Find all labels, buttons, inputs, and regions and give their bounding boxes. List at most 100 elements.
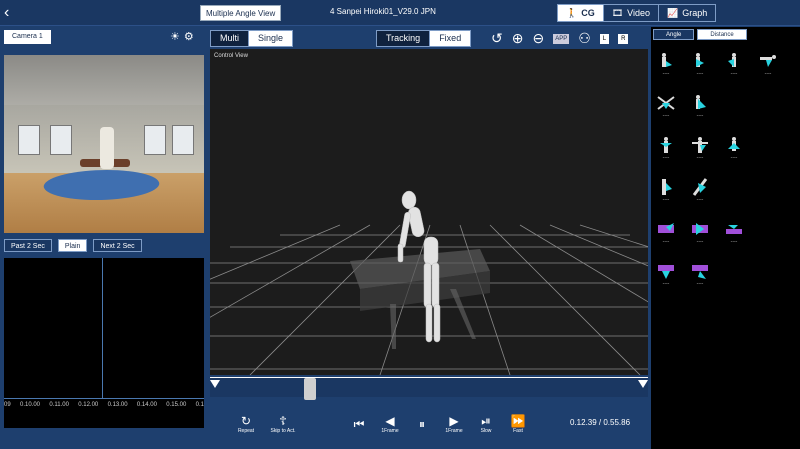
left-toggle[interactable]: L [599, 33, 610, 44]
3d-viewport[interactable]: Control View [210, 49, 648, 375]
app-window: ‹ Multiple Angle View 4 Sanpei Hiroki01_… [0, 0, 800, 449]
jump-start-button[interactable]: ⏮ [344, 417, 374, 431]
angle-metric-item[interactable]: ---- [689, 219, 711, 249]
axis-tick-label: 0.1 [195, 402, 204, 408]
next-2-sec-button[interactable]: Next 2 Sec [93, 239, 142, 252]
past-2-sec-button[interactable]: Past 2 Sec [4, 239, 52, 252]
zoom-in-icon[interactable]: ⊕ [512, 30, 524, 47]
tab-video[interactable]: 🎞 Video [604, 5, 660, 21]
camera-video [4, 55, 204, 233]
axis-tick-label: 09 [4, 402, 11, 408]
angle-metric-item[interactable]: ---- [689, 51, 711, 81]
timeline-scrubber[interactable] [304, 378, 316, 400]
graph-icon: 📈 [667, 8, 679, 18]
tab-cg[interactable]: 🚶 CG [558, 5, 604, 21]
fixed-button[interactable]: Fixed [430, 31, 471, 46]
app-badge[interactable]: APP [553, 33, 570, 44]
left-panel: Camera 1 ☀ ⚙ Past 2 Sec Plain Next 2 Sec [0, 27, 207, 449]
time-graph[interactable]: 09 0.10.00 0.11.00 0.12.00 0.13.00 0.14.… [4, 258, 204, 428]
right-panel: Angle Distance ---- ---- ---- ---- ---- … [651, 27, 800, 449]
repeat-icon: ↻ [240, 414, 252, 428]
repeat-button[interactable]: ↻ Repeat [230, 414, 262, 434]
tracking-button[interactable]: Tracking [377, 31, 431, 46]
camera-settings: ☀ ⚙ [170, 30, 194, 43]
angle-metric-item[interactable]: ---- [655, 261, 677, 291]
angle-metric-item[interactable]: ---- [723, 219, 745, 249]
axis-tick-label: 0.10.00 [20, 402, 41, 408]
angle-metric-item[interactable]: ---- [723, 135, 745, 165]
multi-button[interactable]: Multi [211, 31, 250, 46]
skip-to-act-button[interactable]: ☦ Skip to Act. [262, 414, 304, 434]
angle-metric-grid: ---- ---- ---- ---- ---- ---- ---- ---- … [655, 51, 795, 303]
angle-metric-item[interactable]: ---- [689, 177, 711, 207]
angle-metric-item[interactable]: ---- [689, 135, 711, 165]
right-toggle[interactable]: R [618, 33, 629, 44]
measure-tabs: Angle Distance [653, 29, 747, 40]
fast-icon: ⏩ [510, 414, 526, 428]
time-readout: 0.12.39 / 0.55.86 [570, 418, 631, 427]
axis-tick-label: 0.15.00 [166, 402, 187, 408]
angle-metric-item[interactable]: ---- [655, 135, 677, 165]
view-mode-toggle: Multi Single [210, 30, 294, 47]
title-bar: ‹ Multiple Angle View 4 Sanpei Hiroki01_… [0, 0, 800, 26]
video-window [144, 125, 166, 155]
pause-icon: ⏸ [418, 417, 425, 431]
video-window [172, 125, 194, 155]
timeline-end-marker[interactable] [638, 380, 648, 388]
angle-metric-item[interactable]: ---- [655, 93, 677, 123]
jump-start-icon: ⏮ [353, 417, 365, 431]
time-range-buttons: Past 2 Sec Plain Next 2 Sec [4, 239, 142, 252]
frame-back-button[interactable]: ◀ 1Frame [374, 414, 406, 434]
film-icon: 🎞 [611, 8, 624, 18]
axis-tick-label: 0.11.00 [49, 402, 69, 408]
timeline-start-marker[interactable] [210, 380, 220, 388]
pause-button[interactable]: ⏸ [406, 417, 438, 431]
person-icon: 🚶 [566, 8, 578, 18]
tab-distance[interactable]: Distance [697, 29, 747, 40]
axis-tick-label: 0.14.00 [136, 402, 157, 408]
angle-metric-item[interactable]: ---- [689, 261, 711, 291]
gear-icon[interactable]: ⚙ [184, 30, 194, 43]
zoom-out-icon[interactable]: ⊖ [532, 30, 544, 47]
single-button[interactable]: Single [249, 31, 293, 46]
brightness-icon[interactable]: ☀ [170, 30, 180, 43]
graph-axis-labels: 09 0.10.00 0.11.00 0.12.00 0.13.00 0.14.… [4, 402, 204, 408]
skip-to-act-icon: ☦ [279, 414, 287, 428]
slow-icon: ⏯ [481, 414, 491, 428]
axis-tick-label: 0.13.00 [107, 402, 128, 408]
camera-selector[interactable]: Camera 1 [4, 30, 51, 44]
angle-metric-item[interactable]: ---- [689, 93, 711, 123]
angle-metric-item[interactable]: ---- [655, 219, 677, 249]
skeleton-icon[interactable]: ⚇ [578, 30, 591, 47]
slow-button[interactable]: ⏯ Slow [470, 414, 502, 434]
frame-forward-button[interactable]: ▶ 1Frame [438, 414, 470, 434]
video-window [18, 125, 40, 155]
pommel-horse-model [350, 249, 490, 349]
graph-axis-line [4, 398, 204, 399]
frame-forward-icon: ▶ [449, 414, 459, 428]
plain-button[interactable]: Plain [57, 239, 88, 252]
frame-back-icon: ◀ [385, 414, 395, 428]
file-title: 4 Sanpei Hiroki01_V29.0 JPN [330, 7, 436, 16]
tracking-mode-toggle: Tracking Fixed [376, 30, 472, 47]
graph-cursor-line [102, 258, 103, 398]
3d-scene [210, 190, 648, 375]
axis-tick-label: 0.12.00 [78, 402, 99, 408]
fast-button[interactable]: ⏩ Fast [502, 414, 534, 434]
angle-metric-item[interactable]: ---- [655, 51, 677, 81]
viewport-tools: ↺ ⊕ ⊖ APP ⚇ L R [491, 30, 629, 47]
angle-metric-item[interactable]: ---- [655, 177, 677, 207]
center-panel: Multi Single Tracking Fixed ↺ ⊕ ⊖ APP ⚇ … [208, 27, 650, 449]
playback-controls: ↻ Repeat ☦ Skip to Act. ⏮ ◀ 1Frame ⏸ ▶ 1… [210, 401, 648, 447]
back-button[interactable]: ‹ [4, 3, 20, 23]
tab-graph[interactable]: 📈 Graph [659, 5, 715, 21]
tab-angle[interactable]: Angle [653, 29, 695, 40]
angle-metric-item[interactable]: ---- [723, 51, 745, 81]
multiple-angle-view-button[interactable]: Multiple Angle View [200, 5, 282, 21]
viewport-label: Control View [214, 53, 248, 59]
view-tabs: 🚶 CG 🎞 Video 📈 Graph [557, 4, 717, 22]
reset-view-icon[interactable]: ↺ [491, 30, 503, 47]
playback-timeline[interactable] [210, 377, 648, 400]
angle-metric-item[interactable]: ---- [757, 51, 779, 81]
video-window [50, 125, 72, 155]
